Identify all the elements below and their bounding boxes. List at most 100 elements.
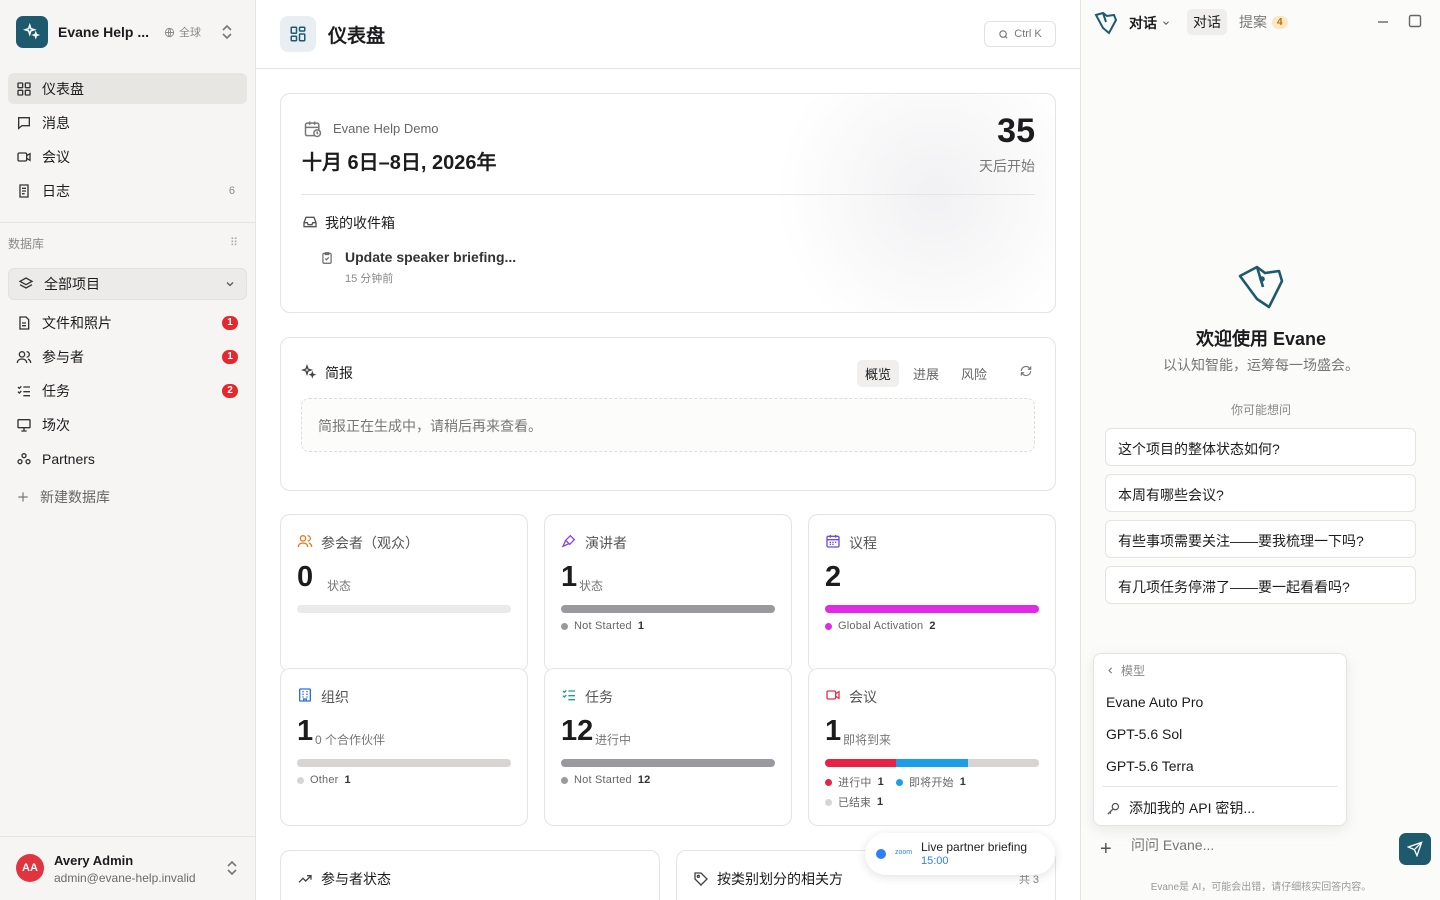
shortcut-label: Ctrl K — [1014, 28, 1042, 40]
tab-risks[interactable]: 风险 — [953, 360, 995, 387]
nav-item-messages[interactable]: 消息 — [8, 107, 247, 138]
sparkles-icon — [301, 364, 317, 379]
search-icon — [999, 29, 1008, 39]
days-until-start: 35 — [997, 112, 1035, 150]
db-item-files[interactable]: 文件和照片 1 — [8, 307, 247, 338]
workspace-name: Evane Help ... — [58, 24, 150, 40]
suggestion-button[interactable]: 这个项目的整体状态如何? — [1105, 428, 1416, 466]
checklist-icon — [562, 689, 575, 701]
chevron-left-icon — [1108, 667, 1113, 674]
nav-label: 仪表盘 — [42, 80, 84, 97]
nav-item-log[interactable]: 日志 6 — [8, 175, 247, 206]
user-name: Avery Admin — [54, 853, 134, 868]
evane-logo-icon — [1094, 11, 1118, 35]
stat-subtitle: 0 个合作伙伴 — [315, 733, 386, 747]
model-menu-back[interactable]: 模型 — [1106, 662, 1145, 679]
refresh-icon[interactable] — [1019, 364, 1033, 378]
suggestion-button[interactable]: 本周有哪些会议? — [1105, 474, 1416, 512]
layers-icon — [18, 277, 34, 289]
add-attachment-button[interactable]: + — [1100, 838, 1112, 861]
stat-title: 演讲者 — [585, 535, 627, 551]
checklist-icon — [17, 385, 30, 396]
stat-legend: 已结束 1 — [825, 794, 883, 810]
briefing-title: 简报 — [325, 365, 353, 381]
maximize-icon[interactable] — [1408, 14, 1422, 28]
stat-card-tasks[interactable]: 任务 12 进行中 Not Started 12 — [544, 668, 792, 826]
panel-header: 对话 对话 提案 4 — [1081, 0, 1440, 44]
stat-card-attendees[interactable]: 参会者（观众） 0 状态 — [280, 514, 528, 672]
stat-title: 会议 — [849, 689, 877, 705]
stat-card-agenda[interactable]: 议程 2 Global Activation 2 — [808, 514, 1056, 672]
users-icon — [16, 350, 32, 363]
add-api-key-button[interactable]: 添加我的 API 密钥... — [1106, 798, 1255, 818]
sidebar: Evane Help ... 全球 仪表盘 消息 会议 日志 6 数据库 ⠿ 全… — [0, 0, 256, 900]
stat-title: 组织 — [321, 689, 349, 705]
stat-subtitle: 即将到来 — [843, 733, 892, 747]
notification-badge: 1 — [222, 315, 238, 330]
stat-value: 12 — [561, 715, 594, 747]
bar-segment-in-progress — [825, 759, 897, 767]
all-projects-select[interactable]: 全部项目 — [8, 268, 247, 300]
stat-title: 议程 — [849, 535, 877, 551]
stat-legend: Global Activation 2 — [825, 620, 936, 632]
divider — [0, 222, 255, 223]
workspace-switcher[interactable]: Evane Help ... 全球 — [16, 16, 240, 48]
drag-handle-icon[interactable]: ⠿ — [230, 236, 238, 249]
tab-overview[interactable]: 概览 — [856, 360, 899, 387]
model-option[interactable]: GPT-5.6 Terra — [1106, 758, 1194, 774]
all-projects-label: 全部项目 — [44, 276, 100, 292]
model-option[interactable]: GPT-5.6 Sol — [1106, 726, 1182, 742]
new-database-button[interactable]: 新建数据库 — [8, 481, 247, 512]
db-item-sessions[interactable]: 场次 — [8, 409, 247, 440]
chevron-updown-icon[interactable] — [220, 24, 234, 40]
suggestion-button[interactable]: 有几项任务停滞了——要一起看看吗? — [1105, 566, 1416, 604]
chat-input[interactable] — [1131, 837, 1331, 853]
video-icon — [826, 690, 840, 700]
db-label: 场次 — [42, 416, 70, 433]
minimize-icon[interactable] — [1376, 14, 1390, 28]
stat-subtitle: 状态 — [327, 579, 352, 593]
top-bar: 仪表盘 Ctrl K — [256, 0, 1080, 69]
event-name: Evane Help Demo — [333, 121, 439, 136]
stat-card-organizations[interactable]: 组织 1 0 个合作伙伴 Other 1 — [280, 668, 528, 826]
command-search-button[interactable]: Ctrl K — [984, 21, 1056, 47]
stat-card-meetings[interactable]: 会议 1 即将到来 进行中 1 即将开始 1 已结束 1 — [808, 668, 1056, 826]
notification-badge: 1 — [222, 349, 238, 364]
briefing-tabs: 概览 进展 风险 — [856, 360, 995, 387]
tab-proposals[interactable]: 提案 4 — [1233, 9, 1294, 35]
microphone-icon — [561, 534, 576, 548]
nav-item-meetings[interactable]: 会议 — [8, 141, 247, 172]
tab-chat[interactable]: 对话 — [1187, 9, 1227, 35]
avatar: AA — [16, 854, 44, 882]
db-item-tasks[interactable]: 任务 2 — [8, 375, 247, 406]
inbox-icon — [303, 216, 317, 228]
tab-progress[interactable]: 进展 — [905, 360, 947, 387]
chevron-updown-icon[interactable] — [225, 860, 239, 876]
dashboard-icon — [280, 16, 316, 52]
users-icon — [297, 535, 313, 548]
participant-status-card: 参与者状态 — [280, 850, 660, 900]
stat-subtitle: 状态 — [579, 579, 604, 593]
key-icon — [1107, 802, 1120, 815]
live-meeting-toast[interactable]: zoom Live partner briefing 15:00 — [865, 833, 1055, 875]
nav-item-dashboard[interactable]: 仪表盘 — [8, 73, 247, 104]
model-option[interactable]: Evane Auto Pro — [1106, 694, 1203, 710]
building-icon — [299, 688, 311, 702]
nav-label: 消息 — [42, 114, 70, 131]
inbox-title: 我的收件箱 — [325, 215, 395, 231]
message-icon — [18, 116, 30, 130]
stat-legend: Other 1 — [297, 774, 351, 786]
db-item-partners[interactable]: Partners — [8, 443, 247, 474]
inbox-item-title[interactable]: Update speaker briefing... — [345, 249, 516, 265]
suggestion-button[interactable]: 有些事项需要关注——要我梳理一下吗? — [1105, 520, 1416, 558]
db-item-participants[interactable]: 参与者 1 — [8, 341, 247, 372]
welcome-title: 欢迎使用 Evane — [1195, 329, 1327, 349]
user-menu[interactable]: AA Avery Admin admin@evane-help.invalid — [0, 836, 255, 900]
dashboard-icon — [17, 81, 31, 96]
conversation-selector[interactable]: 对话 — [1129, 13, 1171, 33]
send-button[interactable] — [1399, 833, 1431, 865]
stat-bar — [297, 605, 511, 613]
assistant-panel: 对话 对话 提案 4 欢迎使用 Evane 以认知智能，运筹每一场盛会。 你可能想… — [1080, 0, 1440, 900]
welcome-tagline: 以认知智能，运筹每一场盛会。 — [1163, 357, 1359, 373]
stat-card-speakers[interactable]: 演讲者 1 状态 Not Started 1 — [544, 514, 792, 672]
